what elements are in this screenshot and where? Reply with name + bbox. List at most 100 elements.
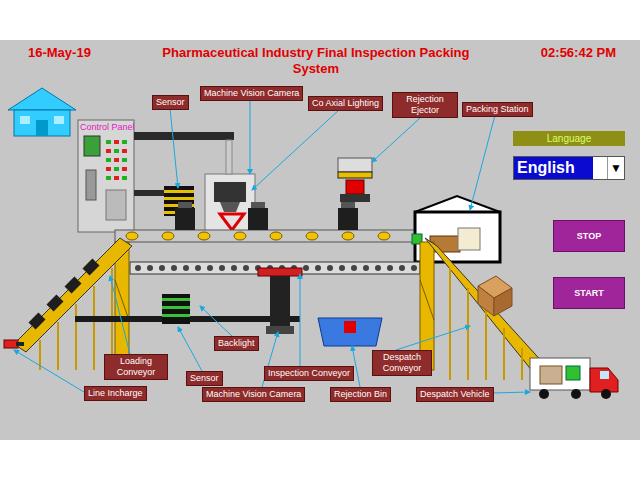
inspection-conveyor — [115, 230, 420, 242]
component-tag: Rejection Bin — [330, 387, 391, 402]
component-tag: Despatch Vehicle — [416, 387, 494, 402]
control-column: Language English ▼ STOP START — [513, 131, 625, 309]
vial-icon — [338, 202, 358, 230]
roller — [162, 232, 174, 240]
component-tag: Packing Station — [462, 102, 533, 117]
control-cabinet — [78, 120, 134, 232]
leader-line — [300, 274, 301, 366]
top-beam — [134, 132, 234, 140]
indicator-lamp — [114, 158, 119, 162]
chain-link — [375, 265, 381, 271]
vial-icon — [29, 313, 46, 330]
chain-link — [207, 265, 213, 271]
component-tag: Line Incharge — [84, 386, 147, 401]
leader-lines — [14, 99, 530, 393]
rejection-bin-icon — [318, 318, 382, 346]
vial-cap — [251, 202, 265, 208]
component-tag: Machine Vision Camera — [202, 387, 305, 402]
leader-line — [178, 327, 202, 371]
language-select[interactable]: English ▼ — [513, 156, 625, 180]
bottom-margin — [0, 440, 640, 480]
roller — [234, 232, 246, 240]
conveyor-rollers — [126, 232, 390, 240]
screen-title: Pharmaceutical Industry Final Inspection… — [162, 45, 469, 77]
chain-link — [243, 265, 249, 271]
indicator-lamp — [122, 140, 127, 144]
truck-icon — [530, 358, 618, 399]
indicator-lamp — [122, 158, 127, 162]
vial-icon — [65, 277, 82, 294]
chain-link — [171, 265, 177, 271]
button-stack: STOP START — [513, 220, 625, 309]
chain-link — [411, 265, 417, 271]
vial-cap — [341, 202, 355, 208]
component-tag: Co Axial Lighting — [308, 96, 383, 111]
vial-icon — [47, 295, 64, 312]
chain-link — [159, 265, 165, 271]
chain-link — [195, 265, 201, 271]
sensor-arm — [134, 190, 164, 196]
leader-line — [170, 108, 178, 188]
chain-link — [303, 265, 309, 271]
date-label: 16-May-19 — [28, 45, 91, 60]
roller — [126, 232, 138, 240]
chain-link — [231, 265, 237, 271]
leader-line — [250, 99, 251, 174]
title-line: System — [293, 61, 339, 77]
leader-line — [470, 115, 495, 210]
start-button[interactable]: START — [553, 277, 625, 309]
roller — [342, 232, 354, 240]
roller — [270, 232, 282, 240]
chain-link — [315, 265, 321, 271]
chain-link — [363, 265, 369, 271]
indicator-lamp — [114, 140, 119, 144]
time-label: 02:56:42 PM — [541, 45, 616, 60]
indicator-lamp — [122, 176, 127, 180]
chain-link — [135, 265, 141, 271]
chain-link — [147, 265, 153, 271]
stop-button[interactable]: STOP — [553, 220, 625, 252]
vial-icon — [83, 259, 100, 276]
indicator-lamp — [106, 158, 111, 162]
indicator-lamp — [114, 167, 119, 171]
camera-top-icon — [205, 140, 255, 232]
indicator-lamp — [122, 149, 127, 153]
top-margin — [0, 0, 640, 40]
leader-line — [200, 306, 232, 336]
roller — [378, 232, 390, 240]
loading-stairs — [14, 238, 132, 370]
dropdown-arrow-icon[interactable]: ▼ — [607, 157, 624, 179]
hmi-screen: 16-May-19 Pharmaceutical Industry Final I… — [0, 0, 640, 480]
component-tag: Sensor — [152, 95, 189, 110]
carton-icon — [478, 276, 512, 316]
indicator-lamp — [106, 149, 111, 153]
hmi-panel: 16-May-19 Pharmaceutical Industry Final I… — [0, 40, 640, 440]
leader-line — [396, 326, 470, 350]
leader-line — [252, 109, 340, 190]
title-line: Pharmaceutical Industry Final Inspection… — [162, 45, 469, 61]
control-panel-label: Control Panel — [80, 122, 135, 132]
language-value: English — [514, 157, 593, 179]
sensor-bottom-icon — [162, 294, 190, 324]
rejection-ejector-icon — [338, 158, 372, 202]
indicator-lamp — [122, 167, 127, 171]
leader-line — [110, 276, 130, 354]
chain-link — [399, 265, 405, 271]
roller — [198, 232, 210, 240]
vial-body — [338, 208, 358, 230]
camera-bottom-icon — [258, 268, 302, 334]
chain-link — [351, 265, 357, 271]
vial-cap — [178, 202, 192, 208]
chain-link — [387, 265, 393, 271]
component-tag: Machine Vision Camera — [200, 86, 303, 101]
component-tag: Despatch Conveyor — [372, 350, 432, 376]
component-tag: Rejection Ejector — [392, 92, 458, 118]
indicator-lamp — [114, 149, 119, 153]
leader-line — [14, 350, 84, 392]
component-tag: Backlight — [214, 336, 259, 351]
component-tag: Loading Conveyor — [104, 354, 168, 380]
header-bar: 16-May-19 Pharmaceutical Industry Final I… — [0, 40, 640, 77]
chain-link — [339, 265, 345, 271]
language-label: Language — [513, 131, 625, 146]
house-icon — [8, 88, 76, 136]
